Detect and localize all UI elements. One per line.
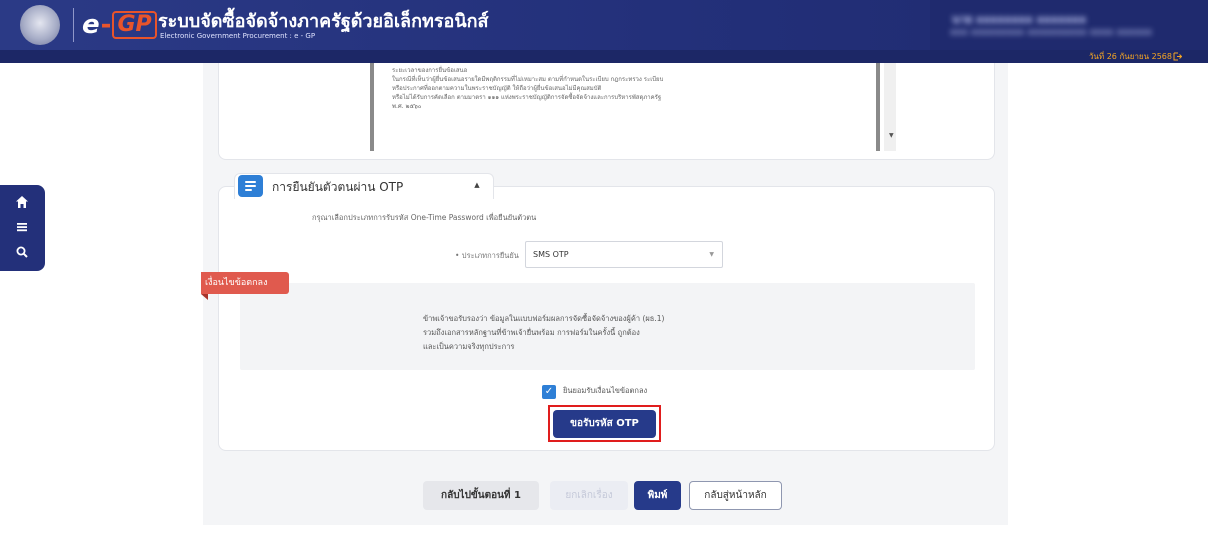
document-line: ระยะเวลาของการยื่นข้อเสนอ [392, 67, 468, 74]
search-icon[interactable] [14, 245, 30, 261]
terms-ribbon: เงื่อนไขข้อตกลง [201, 272, 289, 294]
collapse-chevron-icon[interactable]: ▲ [470, 178, 484, 192]
document-line: พ.ศ. ๒๕๖๐ [392, 103, 422, 110]
home-icon[interactable] [14, 195, 30, 211]
document-line: หรือประกาศที่ออกตามความในพระราชบัญญัติ ใ… [392, 85, 602, 92]
header-divider [73, 8, 74, 42]
document-line: หรือไม่ได้รับการคัดเลือก ตามมาตรา ๑๑๑ แห… [392, 94, 662, 101]
agree-checkbox[interactable]: ✓ [542, 385, 556, 399]
ribbon-fold [201, 294, 208, 300]
logo-gp: GP [112, 11, 157, 39]
government-seal-logo [20, 5, 60, 45]
otp-section-title: การยืนยันตัวตนผ่าน OTP [272, 180, 404, 194]
verification-type-value: SMS OTP [533, 250, 569, 259]
consent-line: ข้าพเจ้าขอรับรองว่า ข้อมูลในแบบฟอร์มผลกา… [423, 314, 665, 323]
verification-type-select[interactable]: SMS OTP ▼ [525, 241, 723, 268]
cancel-button[interactable]: ยกเลิกเรื่อง [550, 481, 628, 510]
print-button[interactable]: พิมพ์ [634, 481, 681, 510]
consent-line: รวมถึงเอกสารหลักฐานที่ข้าพเจ้ายื่นพร้อม … [423, 328, 640, 337]
scroll-down-arrow-icon[interactable]: ▼ [889, 132, 894, 139]
egp-logo[interactable]: e - GP [82, 8, 157, 42]
back-to-step-1-button[interactable]: กลับไปขั้นตอนที่ 1 [423, 481, 539, 510]
date-label: วันที่ 26 กันยายน 2568 [1088, 52, 1172, 61]
document-icon [238, 175, 263, 197]
user-organization: xxx xxxxxxxxx xxxxxxxxxx xxxx xxxxxx [950, 27, 1153, 38]
request-otp-button[interactable]: ขอรับรหัส OTP [553, 410, 656, 438]
logo-dash: - [100, 10, 112, 40]
document-text: ระยะเวลาของการยื่นข้อเสนอ ในกรณีที่เห็นว… [392, 66, 832, 111]
sub-header-bar: วันที่ 26 กันยายน 2568 [0, 50, 1208, 63]
consent-line: และเป็นความจริงทุกประการ [423, 342, 515, 351]
top-header: e - GP ระบบจัดซื้อจัดจ้างภาครัฐด้วยอิเล็… [0, 0, 1208, 50]
app-title: ระบบจัดซื้อจัดจ้างภาครัฐด้วยอิเล็กทรอนิก… [158, 11, 489, 32]
verification-type-label: • ประเภทการยืนยัน [455, 251, 519, 260]
app-subtitle: Electronic Government Procurement : e - … [160, 32, 316, 40]
logo-e: e [82, 10, 100, 40]
side-nav [0, 185, 45, 271]
agree-checkbox-label[interactable]: ยินยอมรับเงื่อนไขข้อตกลง [563, 385, 647, 397]
back-to-home-button[interactable]: กลับสู่หน้าหลัก [689, 481, 782, 510]
user-info[interactable]: นาย xxxxxxxx xxxxxxx xxx xxxxxxxxx xxxxx… [930, 0, 1208, 50]
otp-instruction: กรุณาเลือกประเภทการรับรหัส One-Time Pass… [312, 213, 537, 222]
chevron-down-icon: ▼ [709, 251, 714, 258]
user-name: นาย xxxxxxxx xxxxxxx [952, 13, 1087, 26]
menu-icon[interactable] [14, 220, 30, 236]
document-line: ในกรณีที่เห็นว่าผู้ยื่นข้อเสนอรายใดมีพฤต… [392, 76, 664, 83]
logout-icon[interactable] [1173, 52, 1183, 61]
